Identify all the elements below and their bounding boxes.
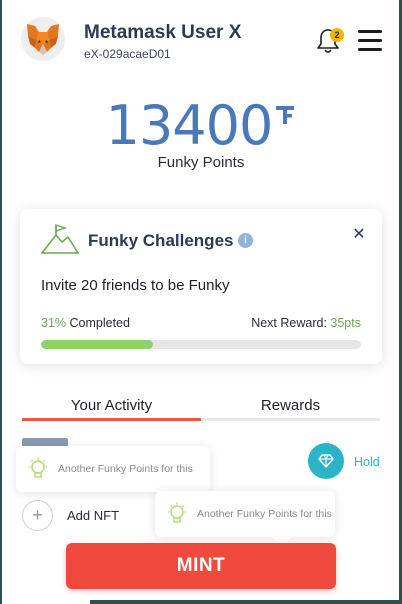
hold-label[interactable]: Hold bbox=[354, 455, 380, 469]
progress-suffix: Completed bbox=[66, 316, 130, 330]
diamond-hand-icon[interactable] bbox=[308, 443, 344, 479]
challenge-card: Funky Challenges i ✕ Invite 20 friends t… bbox=[20, 209, 382, 364]
challenge-description: Invite 20 friends to be Funky bbox=[41, 277, 230, 294]
hamburger-menu-icon[interactable] bbox=[358, 30, 382, 52]
user-id: eX-029acaeD01 bbox=[84, 47, 171, 61]
progress-percent: 31% bbox=[41, 316, 67, 330]
next-reward: Next Reward: 35pts bbox=[251, 316, 361, 330]
next-reward-label: Next Reward: bbox=[251, 316, 331, 330]
lightbulb-icon bbox=[167, 502, 187, 526]
plus-icon[interactable]: + bbox=[22, 500, 53, 531]
tab-bar: Your Activity Rewards bbox=[22, 393, 380, 421]
points-label: Funky Points bbox=[157, 154, 245, 171]
progress-text: 31% Completed bbox=[41, 316, 130, 330]
lightbulb-icon bbox=[28, 457, 48, 481]
user-name: Metamask User X bbox=[84, 22, 242, 43]
notification-badge: 2 bbox=[330, 28, 344, 42]
tab-label: Rewards bbox=[260, 397, 321, 414]
close-icon[interactable]: ✕ bbox=[351, 227, 367, 243]
points-display: 13400 bbox=[0, 94, 402, 157]
progress-fill bbox=[41, 340, 153, 349]
tooltip-funky-points: Another Funky Points for this bbox=[16, 446, 210, 492]
challenge-title: Funky Challenges bbox=[88, 231, 234, 250]
tab-label: Your Activity bbox=[70, 397, 153, 414]
tooltip-text: Another Funky Points for this bbox=[58, 463, 193, 475]
tab-underline bbox=[22, 418, 201, 421]
mountain-flag-icon bbox=[40, 223, 80, 255]
funky-points-symbol-icon bbox=[274, 104, 296, 133]
info-icon[interactable]: i bbox=[238, 233, 253, 248]
tab-underline bbox=[201, 418, 380, 421]
tooltip-funky-points: Another Funky Points for this bbox=[155, 491, 335, 547]
mint-button[interactable]: MINT bbox=[66, 543, 336, 589]
tab-rewards[interactable]: Rewards bbox=[201, 393, 380, 421]
tooltip-text: Another Funky Points for this bbox=[197, 508, 332, 520]
header: Metamask User X eX-029acaeD01 2 bbox=[0, 0, 402, 80]
add-nft-label[interactable]: Add NFT bbox=[67, 508, 119, 523]
metamask-fox-icon[interactable] bbox=[21, 17, 65, 61]
next-reward-value: 35pts bbox=[330, 316, 361, 330]
tab-your-activity[interactable]: Your Activity bbox=[22, 393, 201, 421]
window-frame-bottom bbox=[90, 600, 402, 604]
progress-bar bbox=[41, 340, 361, 349]
points-value: 13400 bbox=[105, 94, 274, 157]
window-frame-left bbox=[0, 0, 2, 604]
